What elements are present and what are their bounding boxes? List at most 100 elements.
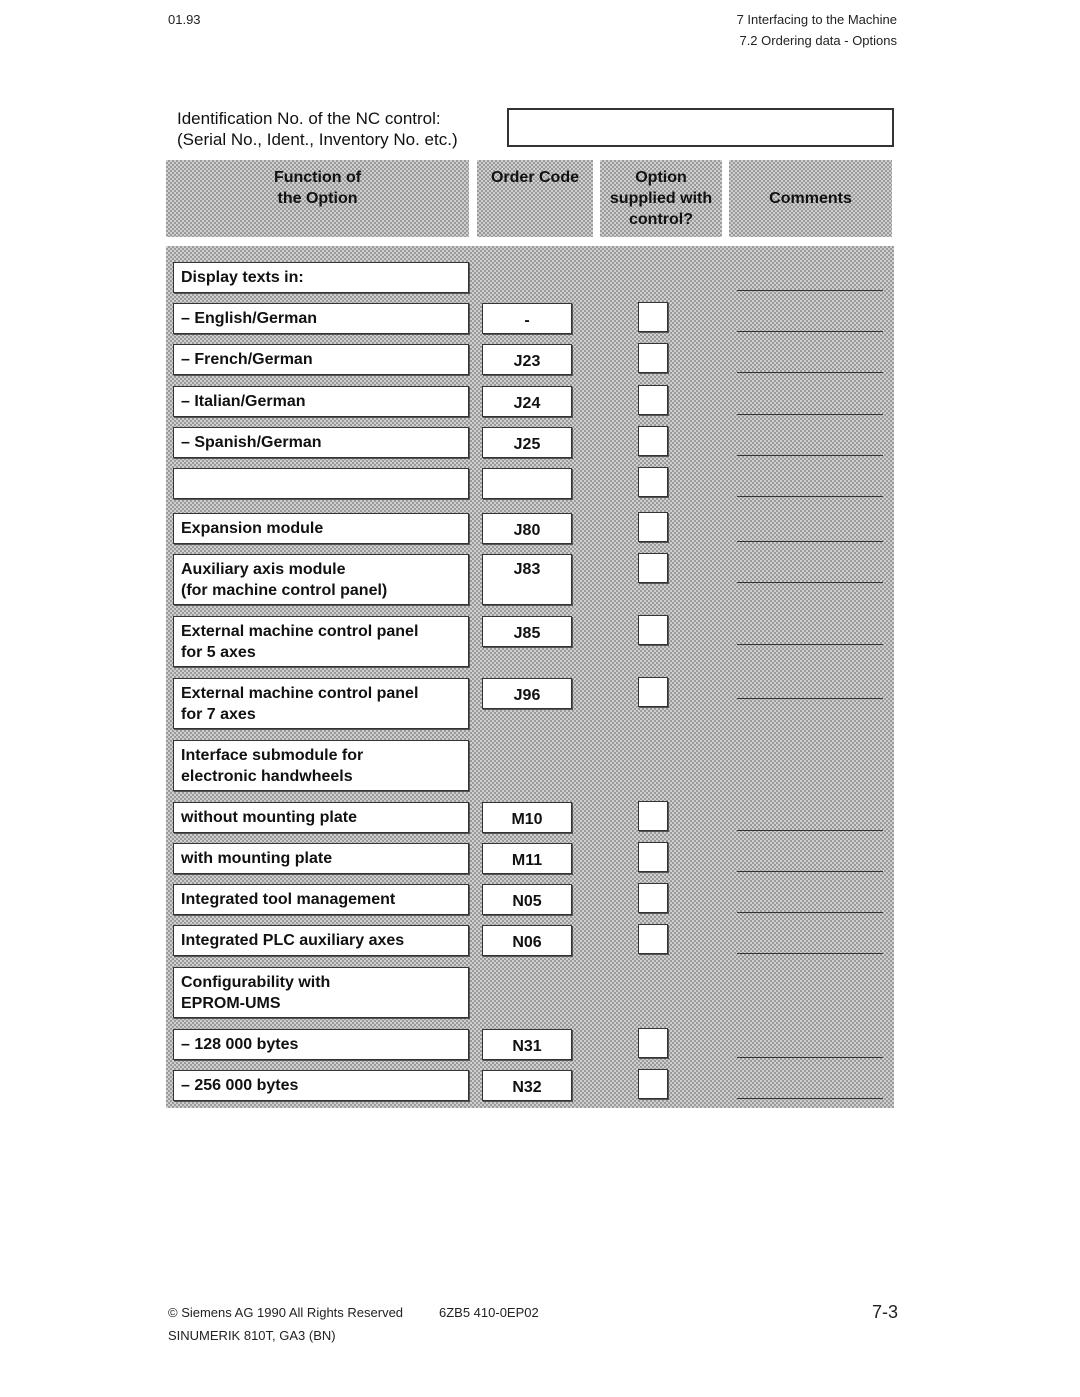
function-cell: Integrated tool management [173,884,469,915]
column-header-order-code-line1: Order Code [490,169,579,186]
comment-line[interactable] [737,290,883,291]
function-text: External machine control panel [181,623,419,640]
comment-line[interactable] [737,582,883,583]
function-text: – 256 000 bytes [181,1077,299,1094]
section-title: 7.2 Ordering data - Options [739,33,897,48]
column-header-comments-line1: Comments [769,190,852,207]
function-text: Configurability with [181,974,331,991]
supplied-checkbox[interactable] [638,385,668,415]
supplied-checkbox[interactable] [638,302,668,332]
function-text: Interface submodule for [181,747,364,764]
comment-line[interactable] [737,912,883,913]
order-code-cell: J25 [482,427,572,458]
comment-line[interactable] [737,331,883,332]
supplied-checkbox[interactable] [638,924,668,954]
comment-line[interactable] [737,830,883,831]
function-cell: – 128 000 bytes [173,1029,469,1060]
supplied-checkbox[interactable] [638,1028,668,1058]
function-text: – French/German [181,351,313,368]
column-header-comments: Comments [729,160,892,237]
copyright: © Siemens AG 1990 All Rights Reserved [168,1305,404,1320]
supplied-checkbox[interactable] [638,467,668,497]
function-cell: Interface submodule for electronic handwh… [173,740,469,791]
order-code-cell: N32 [482,1070,572,1101]
function-text: – English/German [181,310,318,327]
identification-label: Identification No. of the NC control: (S… [177,108,458,150]
function-text: – Italian/German [181,393,306,410]
function-text: with mounting plate [181,850,333,867]
comment-line[interactable] [737,953,883,954]
order-code-cell: N31 [482,1029,572,1060]
comment-line[interactable] [737,541,883,542]
function-text: Expansion module [181,520,324,537]
order-code-cell: M10 [482,802,572,833]
order-code-cell: - [482,303,572,334]
function-cell: Display texts in: [173,262,469,293]
identification-label-line1: Identification No. of the NC control: [177,109,441,128]
function-cell: – Italian/German [173,386,469,417]
function-cell: – 256 000 bytes [173,1070,469,1101]
function-text: EPROM-UMS [181,995,281,1012]
identification-label-line2: (Serial No., Ident., Inventory No. etc.) [177,130,458,149]
column-header-function: Function of the Option [166,160,469,237]
supplied-checkbox[interactable] [638,842,668,872]
order-code-cell: J80 [482,513,572,544]
column-header-order-code: Order Code [477,160,593,237]
function-cell: External machine control panel for 7 axes [173,678,469,729]
supplied-checkbox[interactable] [638,1069,668,1099]
function-text: Display texts in: [181,269,304,286]
function-cell: Integrated PLC auxiliary axes [173,925,469,956]
comment-line[interactable] [737,496,883,497]
comment-line[interactable] [737,1098,883,1099]
supplied-checkbox[interactable] [638,615,668,645]
supplied-checkbox[interactable] [638,553,668,583]
column-header-function-line1: Function of [273,169,362,186]
function-text: for 7 axes [181,706,256,723]
identification-input[interactable] [507,108,894,147]
supplied-checkbox[interactable] [638,801,668,831]
function-cell: – French/German [173,344,469,375]
order-code-cell: N05 [482,884,572,915]
chapter-title: 7 Interfacing to the Machine [736,12,897,27]
function-text: – Spanish/German [181,434,322,451]
order-code-cell: N06 [482,925,572,956]
comment-line[interactable] [737,644,883,645]
function-text: Integrated PLC auxiliary axes [181,932,405,949]
document-date: 01.93 [168,12,201,27]
supplied-checkbox[interactable] [638,512,668,542]
column-header-supplied: Option supplied with control? [600,160,722,237]
order-code-cell: J24 [482,386,572,417]
order-code-cell: J23 [482,344,572,375]
function-cell: – English/German [173,303,469,334]
order-code-cell: J96 [482,678,572,709]
supplied-checkbox[interactable] [638,677,668,707]
function-cell: – Spanish/German [173,427,469,458]
function-cell: Configurability with EPROM-UMS [173,967,469,1018]
comment-line[interactable] [737,372,883,373]
function-cell: with mounting plate [173,843,469,874]
supplied-checkbox[interactable] [638,426,668,456]
comment-line[interactable] [737,871,883,872]
page-number: 7-3 [871,1302,898,1322]
function-text: – 128 000 bytes [181,1036,299,1053]
order-number: 6ZB5 410-0EP02 [439,1305,539,1320]
column-header-supplied-line2: supplied with [609,190,713,207]
order-code-cell: M11 [482,843,572,874]
function-text: External machine control panel [181,685,419,702]
function-text: Integrated tool management [181,891,396,908]
comment-line[interactable] [737,1057,883,1058]
product-name: SINUMERIK 810T, GA3 (BN) [168,1328,336,1343]
function-cell: Expansion module [173,513,469,544]
order-code-cell: J85 [482,616,572,647]
function-text: Auxiliary axis module [181,561,346,578]
column-header-supplied-line1: Option [635,169,687,186]
column-header-supplied-line3: control? [629,211,693,228]
order-code-cell: J83 [482,554,572,605]
comment-line[interactable] [737,455,883,456]
function-cell: Auxiliary axis module (for machine contro… [173,554,469,605]
supplied-checkbox[interactable] [638,343,668,373]
supplied-checkbox[interactable] [638,883,668,913]
function-text: for 5 axes [181,644,256,661]
comment-line[interactable] [737,414,883,415]
comment-line[interactable] [737,698,883,699]
